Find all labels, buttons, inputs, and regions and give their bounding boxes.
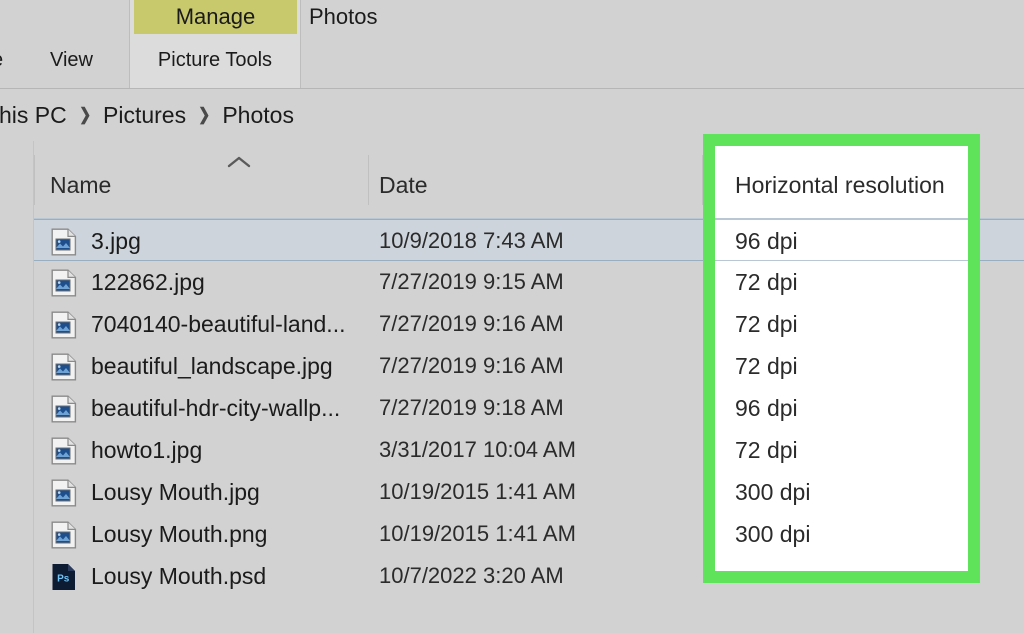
file-date-cell: 10/19/2015 1:41 AM — [379, 479, 576, 504]
column-header-date[interactable]: Date — [379, 172, 428, 199]
file-name-cell[interactable]: Lousy Mouth.png — [91, 513, 267, 555]
horizontal-resolution-cell: 96 dpi — [735, 228, 798, 254]
photoshop-file-icon: Ps — [51, 563, 77, 591]
ribbon: Manage Picture Tools Photos View e — [0, 0, 1024, 89]
column-header-name[interactable]: Name — [50, 172, 111, 199]
column-header-horizontal-resolution-cell: Horizontal resolution — [715, 146, 968, 218]
image-file-icon — [51, 521, 77, 549]
file-date-cell: 7/27/2019 9:16 AM — [379, 353, 564, 378]
resolution-row[interactable]: 72 dpi — [715, 345, 968, 387]
image-file-icon — [51, 479, 77, 507]
image-file-icon — [51, 437, 77, 465]
highlight-annotation-box: Horizontal resolution 96 dpi 72 dpi 72 dpi… — [703, 134, 980, 583]
chevron-right-icon: ❯ — [198, 105, 211, 124]
file-name-cell[interactable]: Lousy Mouth.jpg — [91, 471, 260, 513]
tab-view[interactable]: View — [50, 43, 93, 77]
column-separator[interactable] — [368, 155, 369, 205]
image-file-icon — [51, 437, 77, 465]
horizontal-resolution-cell: 300 dpi — [735, 479, 811, 505]
resolution-row[interactable]: 96 dpi — [715, 387, 968, 429]
tab-clipped-left[interactable]: e — [0, 43, 3, 77]
image-file-icon — [51, 311, 77, 339]
breadcrumb: his PC ❯ Pictures ❯ Photos — [0, 89, 305, 141]
image-file-icon — [51, 269, 77, 297]
file-name-cell[interactable]: 7040140-beautiful-land... — [91, 303, 345, 345]
image-file-icon — [51, 353, 77, 381]
file-date-cell: 3/31/2017 10:04 AM — [379, 437, 576, 462]
image-file-icon — [51, 311, 77, 339]
picture-tools-label: Picture Tools — [157, 49, 273, 71]
photoshop-file-icon: Ps — [52, 564, 75, 590]
file-name-cell[interactable]: howto1.jpg — [91, 429, 202, 471]
horizontal-resolution-cell: 96 dpi — [735, 395, 798, 421]
file-date-cell: 7/27/2019 9:15 AM — [379, 269, 564, 294]
image-file-icon — [51, 395, 77, 423]
resolution-row[interactable]: 300 dpi — [715, 513, 968, 555]
sort-ascending-icon — [227, 156, 251, 168]
resolution-row[interactable]: 72 dpi — [715, 261, 968, 303]
image-file-icon — [51, 269, 77, 297]
image-file-icon — [51, 228, 77, 256]
image-file-icon — [51, 395, 77, 423]
file-name-cell[interactable]: 122862.jpg — [91, 261, 205, 303]
chevron-right-icon: ❯ — [78, 105, 91, 124]
resolution-row[interactable]: 72 dpi — [715, 429, 968, 471]
breadcrumb-item-1[interactable]: Pictures — [92, 102, 197, 129]
breadcrumb-item-2[interactable]: Photos — [211, 102, 305, 129]
image-file-icon — [51, 521, 77, 549]
file-date-cell: 7/27/2019 9:16 AM — [379, 311, 564, 336]
resolution-row[interactable] — [715, 555, 968, 571]
horizontal-resolution-cell: 300 dpi — [735, 521, 811, 547]
file-name-cell[interactable]: beautiful_landscape.jpg — [91, 345, 333, 387]
breadcrumb-item-0[interactable]: his PC — [0, 102, 78, 129]
resolution-row[interactable]: 300 dpi — [715, 471, 968, 513]
file-date-cell: 10/7/2022 3:20 AM — [379, 563, 564, 588]
file-explorer-window: Manage Picture Tools Photos View e his P… — [0, 0, 1024, 633]
file-name-cell[interactable]: Lousy Mouth.psd — [91, 555, 266, 597]
horizontal-resolution-cell: 72 dpi — [735, 269, 798, 295]
file-date-cell: 10/9/2018 7:43 AM — [379, 228, 564, 253]
tab-manage[interactable]: Manage — [134, 0, 297, 34]
image-file-icon — [51, 228, 77, 256]
file-date-cell: 10/19/2015 1:41 AM — [379, 521, 576, 546]
horizontal-resolution-cell: 72 dpi — [735, 437, 798, 463]
column-separator[interactable] — [34, 155, 35, 205]
column-header-horizontal-resolution[interactable]: Horizontal resolution — [735, 172, 945, 199]
file-name-cell[interactable]: 3.jpg — [91, 220, 141, 262]
horizontal-resolution-column: Horizontal resolution 96 dpi 72 dpi 72 dpi… — [715, 146, 968, 571]
tab-photos[interactable]: Photos — [309, 0, 378, 34]
file-date-cell: 7/27/2019 9:18 AM — [379, 395, 564, 420]
resolution-row[interactable]: 96 dpi — [715, 219, 968, 261]
resolution-row[interactable]: 72 dpi — [715, 303, 968, 345]
file-name-cell[interactable]: beautiful-hdr-city-wallp... — [91, 387, 340, 429]
horizontal-resolution-cell: 72 dpi — [735, 353, 798, 379]
horizontal-resolution-cell: 72 dpi — [735, 311, 798, 337]
image-file-icon — [51, 353, 77, 381]
svg-text:Ps: Ps — [57, 574, 70, 585]
image-file-icon — [51, 479, 77, 507]
